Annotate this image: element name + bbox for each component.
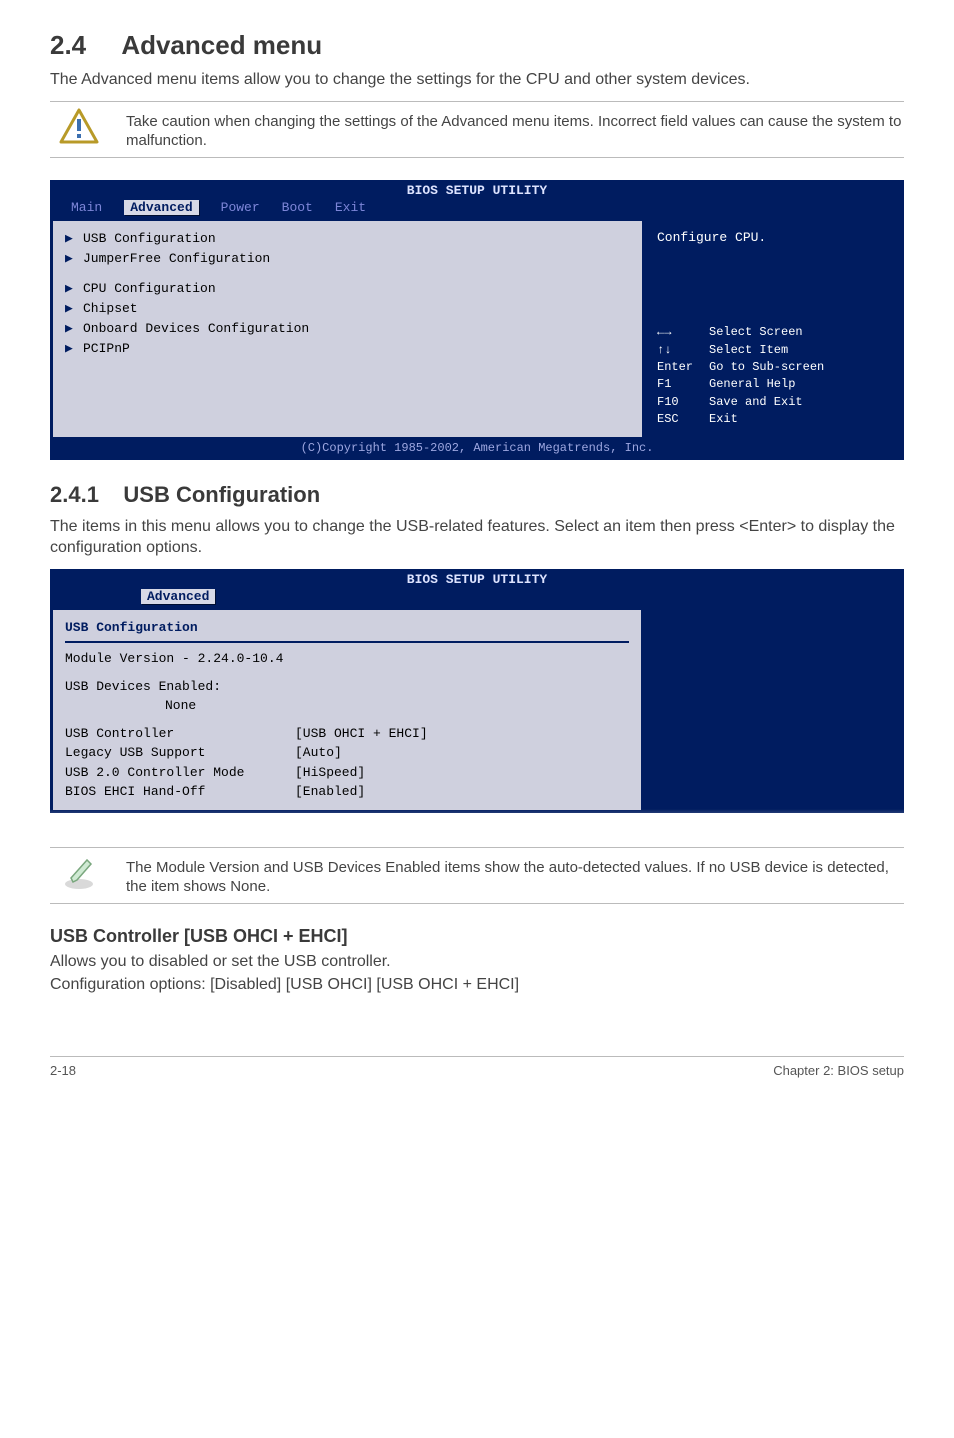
submenu-arrow-icon: ▶	[65, 339, 75, 359]
tab-advanced[interactable]: Advanced	[124, 200, 198, 215]
devices-enabled-label: USB Devices Enabled:	[65, 677, 629, 697]
subsection-title-text: USB Configuration	[123, 482, 320, 507]
help-key-label: Go to Sub-screen	[709, 359, 824, 376]
tab-advanced[interactable]: Advanced	[141, 589, 215, 604]
submenu-label: PCIPnP	[83, 339, 130, 359]
submenu-onboard-devices-configuration[interactable]: ▶ Onboard Devices Configuration	[65, 319, 630, 339]
section-number: 2.4	[50, 30, 86, 60]
help-key: F1	[657, 376, 699, 393]
submenu-label: USB Configuration	[83, 229, 216, 249]
bios-tab-bar: Advanced	[51, 587, 903, 608]
tab-power[interactable]: Power	[221, 200, 260, 215]
caution-icon	[50, 108, 108, 144]
submenu-arrow-icon: ▶	[65, 249, 75, 269]
submenu-arrow-icon: ▶	[65, 279, 75, 299]
bios-usb-configuration: BIOS SETUP UTILITY Advanced USB Configur…	[50, 569, 904, 813]
tab-main[interactable]: Main	[71, 200, 102, 215]
submenu-pcipnp[interactable]: ▶ PCIPnP	[65, 339, 630, 359]
setting-key: USB Controller	[65, 724, 295, 744]
subsection-title: 2.4.1 USB Configuration	[50, 482, 904, 508]
setting-legacy-usb-support[interactable]: Legacy USB Support[Auto]	[65, 743, 629, 763]
tab-boot[interactable]: Boot	[282, 200, 313, 215]
note-text: The Module Version and USB Devices Enabl…	[126, 854, 904, 897]
page-footer: 2-18 Chapter 2: BIOS setup	[50, 1056, 904, 1078]
bios-left-panel: ▶ USB Configuration ▶ JumperFree Configura…	[51, 219, 643, 439]
submenu-jumperfree-configuration[interactable]: ▶ JumperFree Configuration	[65, 249, 630, 269]
help-key: ↑↓	[657, 342, 699, 359]
setting-key: Legacy USB Support	[65, 743, 295, 763]
setting-usb-2-controller-mode[interactable]: USB 2.0 Controller Mode[HiSpeed]	[65, 763, 629, 783]
config-heading: USB Controller [USB OHCI + EHCI]	[50, 926, 904, 947]
submenu-arrow-icon: ▶	[65, 229, 75, 249]
page-title: 2.4 Advanced menu	[50, 30, 904, 61]
section-intro: The Advanced menu items allow you to cha…	[50, 69, 904, 91]
bios-usb-right-panel	[643, 608, 903, 812]
submenu-arrow-icon: ▶	[65, 319, 75, 339]
help-key-label: Exit	[709, 411, 738, 428]
module-version-line: Module Version - 2.24.0-10.4	[65, 649, 629, 669]
config-description: Allows you to disabled or set the USB co…	[50, 951, 904, 973]
help-key-label: Save and Exit	[709, 394, 803, 411]
caution-callout: Take caution when changing the settings …	[50, 101, 904, 158]
footer-chapter: Chapter 2: BIOS setup	[773, 1063, 904, 1078]
submenu-label: JumperFree Configuration	[83, 249, 270, 269]
submenu-chipset[interactable]: ▶ Chipset	[65, 299, 630, 319]
help-key-label: General Help	[709, 376, 795, 393]
submenu-label: Chipset	[83, 299, 138, 319]
setting-key: USB 2.0 Controller Mode	[65, 763, 295, 783]
note-icon	[50, 854, 108, 890]
bios-footer: (C)Copyright 1985-2002, American Megatre…	[51, 439, 903, 459]
subsection-number: 2.4.1	[50, 482, 99, 507]
help-key: Enter	[657, 359, 699, 376]
section-title-text: Advanced menu	[121, 30, 322, 60]
subsection-intro: The items in this menu allows you to cha…	[50, 516, 904, 559]
fade-overlay	[50, 809, 904, 839]
setting-value: [Enabled]	[295, 782, 365, 802]
caution-text: Take caution when changing the settings …	[126, 108, 904, 151]
setting-bios-ehci-handoff[interactable]: BIOS EHCI Hand-Off[Enabled]	[65, 782, 629, 802]
setting-key: BIOS EHCI Hand-Off	[65, 782, 295, 802]
devices-enabled-value: None	[65, 696, 629, 716]
submenu-label: CPU Configuration	[83, 279, 216, 299]
bios-help-text: Configure CPU.	[657, 229, 889, 248]
setting-value: [Auto]	[295, 743, 342, 763]
setting-value: [HiSpeed]	[295, 763, 365, 783]
help-key-label: Select Screen	[709, 324, 803, 341]
bios-title: BIOS SETUP UTILITY	[51, 181, 903, 198]
submenu-arrow-icon: ▶	[65, 299, 75, 319]
setting-value: [USB OHCI + EHCI]	[295, 724, 428, 744]
help-key: F10	[657, 394, 699, 411]
setting-usb-controller[interactable]: USB Controller[USB OHCI + EHCI]	[65, 724, 629, 744]
submenu-usb-configuration[interactable]: ▶ USB Configuration	[65, 229, 630, 249]
bios-tab-bar: Main Advanced Power Boot Exit	[51, 198, 903, 219]
submenu-label: Onboard Devices Configuration	[83, 319, 309, 339]
help-key-label: Select Item	[709, 342, 788, 359]
bios-usb-left-panel: USB Configuration Module Version - 2.24.…	[51, 608, 643, 812]
bios-right-panel: Configure CPU. ←→ Select Screen ↑↓ Select …	[643, 219, 903, 439]
help-key: ESC	[657, 411, 699, 428]
tab-exit[interactable]: Exit	[335, 200, 366, 215]
footer-page-number: 2-18	[50, 1063, 76, 1078]
config-options: Configuration options: [Disabled] [USB O…	[50, 974, 904, 996]
bios-title: BIOS SETUP UTILITY	[51, 570, 903, 587]
divider	[65, 641, 629, 643]
submenu-cpu-configuration[interactable]: ▶ CPU Configuration	[65, 279, 630, 299]
note-callout: The Module Version and USB Devices Enabl…	[50, 847, 904, 904]
bios-help-keys: ←→ Select Screen ↑↓ Select Item Enter Go to…	[657, 324, 889, 428]
bios-setup-utility: BIOS SETUP UTILITY Main Advanced Power B…	[50, 180, 904, 460]
usb-config-header: USB Configuration	[65, 618, 629, 638]
help-key: ←→	[657, 324, 699, 341]
